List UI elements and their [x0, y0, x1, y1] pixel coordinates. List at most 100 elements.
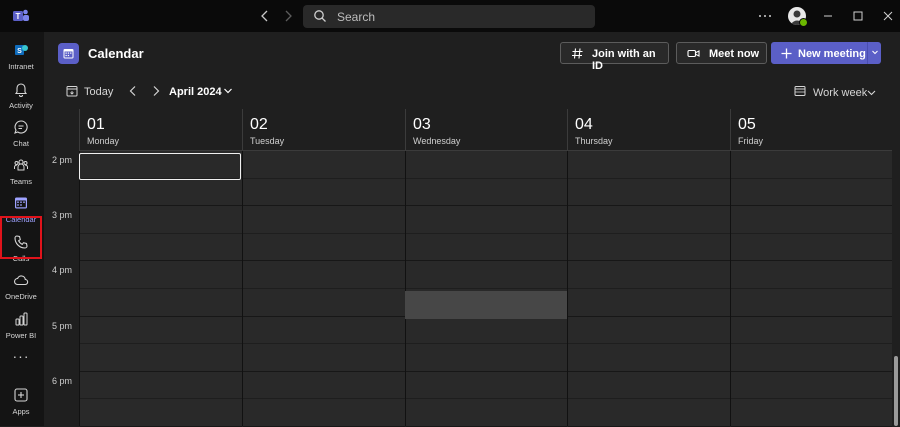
view-switcher-button[interactable]: Work week	[794, 82, 884, 102]
calendar-header: Calendar Join with an ID Meet now New me…	[44, 32, 900, 74]
new-meeting-dropdown-button[interactable]	[867, 42, 881, 64]
scrollbar[interactable]	[892, 151, 900, 426]
time-slot[interactable]	[80, 151, 242, 179]
time-slot[interactable]	[731, 261, 892, 289]
rail-item-teams[interactable]: Teams	[0, 153, 42, 193]
time-slot[interactable]	[731, 289, 892, 317]
time-slot[interactable]	[406, 179, 567, 207]
day-header-friday[interactable]: 05 Friday	[730, 109, 892, 150]
scrollbar-thumb[interactable]	[894, 356, 898, 426]
rail-item-onedrive[interactable]: OneDrive	[0, 268, 42, 308]
rail-item-label: Teams	[9, 177, 33, 186]
day-header-tuesday[interactable]: 02 Tuesday	[242, 109, 405, 150]
previous-week-chevron-icon[interactable]	[126, 84, 140, 98]
time-slot[interactable]	[568, 261, 730, 289]
time-label: 6 pm	[52, 376, 73, 386]
time-slot[interactable]	[80, 344, 242, 372]
time-slot[interactable]	[80, 317, 242, 345]
week-grid: 01 Monday 02 Tuesday 03 Wednesday 04 Thu…	[44, 109, 900, 427]
time-slot[interactable]	[731, 206, 892, 234]
time-slot[interactable]	[243, 206, 405, 234]
day-header-wednesday[interactable]: 03 Wednesday	[405, 109, 567, 150]
time-slot[interactable]	[243, 151, 405, 179]
page-title: Calendar	[88, 46, 144, 61]
time-slot[interactable]	[568, 372, 730, 400]
time-slot[interactable]	[731, 399, 892, 427]
time-slot[interactable]	[243, 317, 405, 345]
rail-item-label: Chat	[13, 139, 29, 148]
time-slot[interactable]	[406, 399, 567, 427]
day-column-monday	[79, 151, 242, 427]
day-name: Wednesday	[413, 136, 461, 146]
time-slot[interactable]	[243, 289, 405, 317]
day-header-monday[interactable]: 01 Monday	[79, 109, 242, 150]
time-slot[interactable]	[568, 151, 730, 179]
next-week-chevron-icon[interactable]	[149, 84, 163, 98]
forward-arrow-icon[interactable]	[280, 8, 296, 24]
more-apps-icon[interactable]: ···	[12, 348, 30, 368]
time-slot[interactable]	[731, 234, 892, 262]
time-slot[interactable]	[243, 372, 405, 400]
rail-item-chat[interactable]: Chat	[0, 115, 42, 155]
time-slot[interactable]	[568, 399, 730, 427]
time-slot[interactable]	[243, 234, 405, 262]
day-name: Thursday	[575, 136, 613, 146]
time-slot[interactable]	[406, 206, 567, 234]
time-slot[interactable]	[406, 151, 567, 179]
time-slot[interactable]	[568, 179, 730, 207]
time-slot[interactable]	[243, 179, 405, 207]
chat-icon	[13, 119, 29, 135]
time-slot[interactable]	[568, 206, 730, 234]
chevron-down-icon[interactable]	[222, 85, 234, 97]
time-slot[interactable]	[731, 344, 892, 372]
rail-item-calendar[interactable]: Calendar	[0, 191, 42, 231]
video-camera-icon	[687, 47, 700, 60]
more-options-icon[interactable]	[757, 8, 773, 24]
today-button[interactable]: Today	[66, 82, 126, 102]
search-box[interactable]	[303, 5, 595, 28]
new-meeting-button[interactable]: New meeting	[771, 42, 867, 64]
join-with-id-label: Join with an ID	[592, 48, 656, 72]
rail-item-apps[interactable]: Apps	[0, 383, 42, 423]
time-slot[interactable]	[80, 289, 242, 317]
day-name: Monday	[87, 136, 120, 146]
maximize-icon[interactable]	[850, 8, 866, 24]
time-slot[interactable]	[731, 317, 892, 345]
time-slot[interactable]	[568, 289, 730, 317]
time-slot[interactable]	[406, 372, 567, 400]
new-meeting-label: New meeting	[798, 48, 866, 60]
time-slot[interactable]	[406, 289, 567, 317]
close-icon[interactable]	[880, 8, 896, 24]
time-slot[interactable]	[80, 234, 242, 262]
time-slot[interactable]	[568, 344, 730, 372]
time-slot[interactable]	[243, 261, 405, 289]
time-slot[interactable]	[406, 234, 567, 262]
time-slot[interactable]	[568, 317, 730, 345]
minimize-icon[interactable]	[820, 8, 836, 24]
meet-now-button[interactable]: Meet now	[676, 42, 767, 64]
time-slot[interactable]	[243, 344, 405, 372]
search-input[interactable]	[337, 5, 587, 28]
time-slot[interactable]	[406, 344, 567, 372]
time-slot[interactable]	[80, 399, 242, 427]
rail-item-power-bi[interactable]: Power BI	[0, 307, 42, 347]
time-slot[interactable]	[731, 151, 892, 179]
time-slot[interactable]	[731, 372, 892, 400]
time-slot[interactable]	[406, 261, 567, 289]
month-picker[interactable]: April 2024	[169, 86, 222, 98]
time-slot[interactable]	[80, 261, 242, 289]
day-header-thursday[interactable]: 04 Thursday	[567, 109, 730, 150]
time-slot[interactable]	[243, 399, 405, 427]
rail-item-intranet[interactable]: S Intranet	[0, 38, 42, 78]
rail-item-activity[interactable]: Activity	[0, 77, 42, 117]
time-slot[interactable]	[731, 179, 892, 207]
rail-item-calls[interactable]: Calls	[0, 230, 42, 270]
time-slot[interactable]	[406, 317, 567, 345]
time-slot[interactable]	[80, 372, 242, 400]
time-slot[interactable]	[568, 234, 730, 262]
back-arrow-icon[interactable]	[257, 8, 273, 24]
join-with-id-button[interactable]: Join with an ID	[560, 42, 669, 72]
time-slot[interactable]	[80, 206, 242, 234]
rail-item-label: Calls	[12, 254, 30, 263]
time-slot[interactable]	[80, 179, 242, 207]
